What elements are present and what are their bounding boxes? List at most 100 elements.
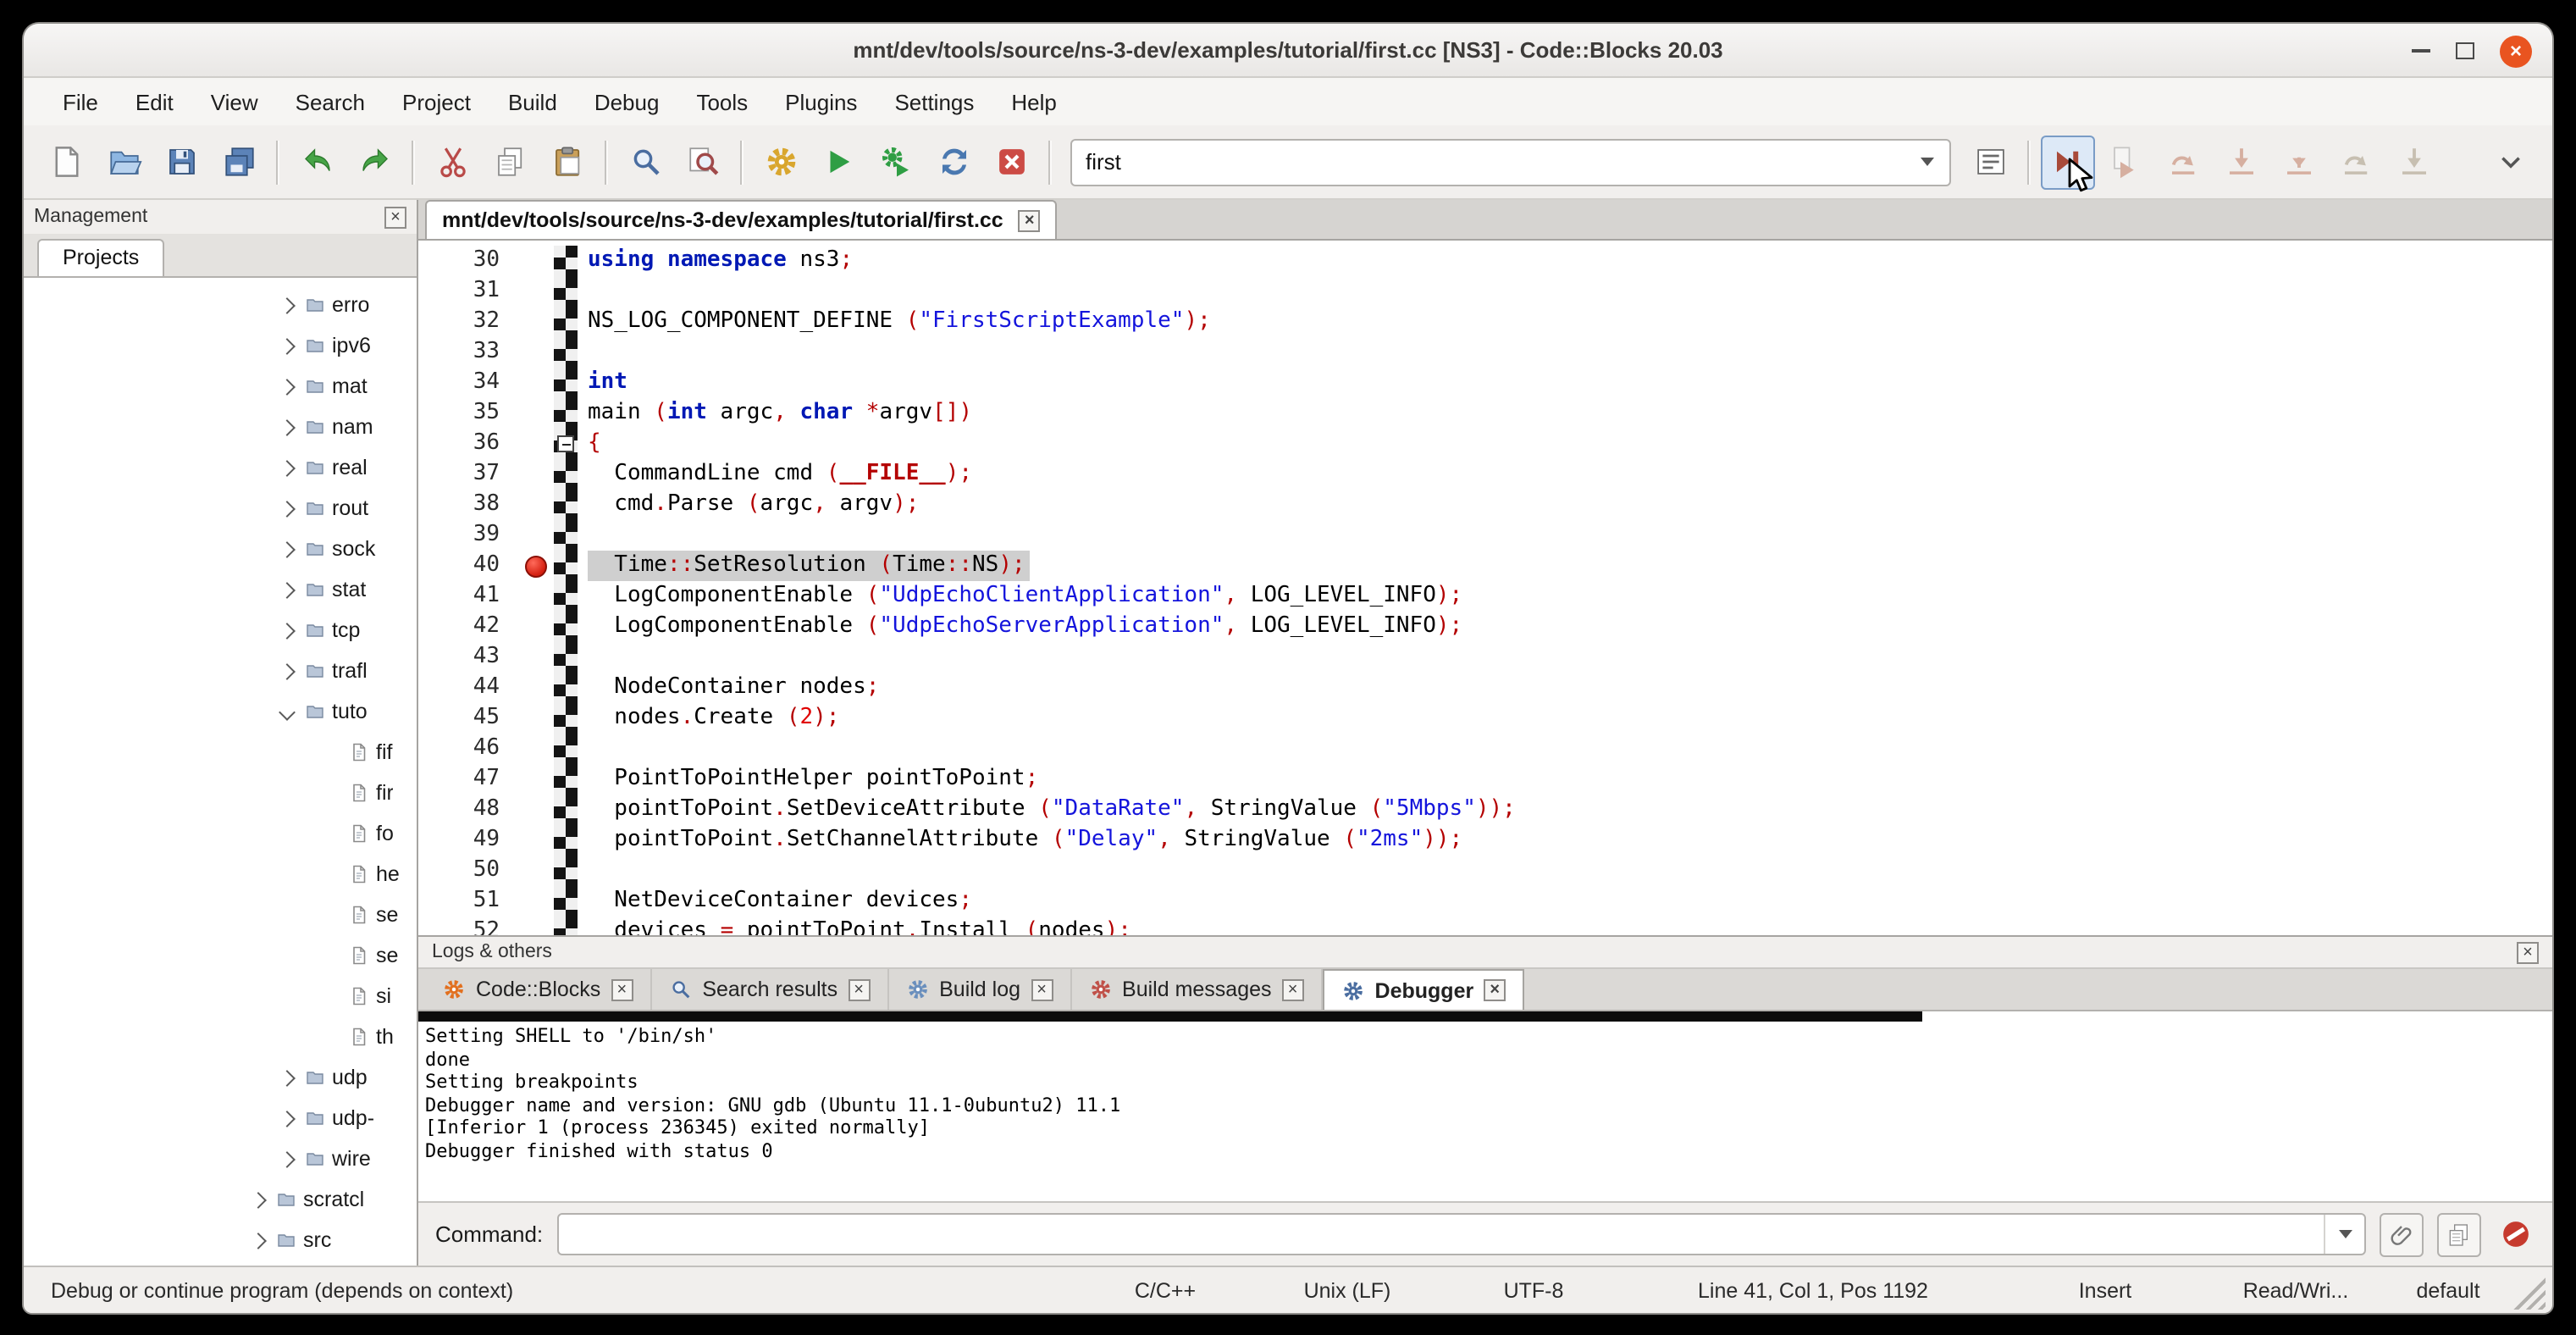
stop-debugger-button[interactable] <box>2495 1214 2535 1255</box>
step-out-button[interactable] <box>2271 135 2325 189</box>
open-file-button[interactable] <box>97 135 151 189</box>
save-all-button[interactable] <box>212 135 266 189</box>
line-number[interactable]: 43 <box>418 642 517 673</box>
command-input[interactable] <box>558 1215 2324 1254</box>
code-text[interactable] <box>578 337 588 368</box>
chevron-down-icon[interactable] <box>279 703 296 720</box>
menu-plugins[interactable]: Plugins <box>766 82 876 121</box>
redo-button[interactable] <box>347 135 401 189</box>
code-text[interactable]: { <box>578 429 601 459</box>
line-number[interactable]: 48 <box>418 795 517 825</box>
tree-item-mat[interactable]: mat <box>24 366 417 407</box>
breakpoint-margin[interactable] <box>517 459 554 490</box>
line-number[interactable]: 31 <box>418 276 517 307</box>
breakpoint-margin[interactable] <box>517 581 554 612</box>
code-text[interactable]: Time::SetResolution (Time::NS); <box>578 551 1031 581</box>
code-line-44[interactable]: 44 NodeContainer nodes; <box>418 673 2552 703</box>
chevron-right-icon[interactable] <box>279 1110 296 1127</box>
breakpoint-margin[interactable] <box>517 307 554 337</box>
tree-item-real[interactable]: real <box>24 447 417 488</box>
chevron-right-icon[interactable] <box>279 581 296 598</box>
abort-button[interactable] <box>984 135 1038 189</box>
close-icon[interactable]: × <box>611 978 633 1000</box>
menu-debug[interactable]: Debug <box>576 82 678 121</box>
log-tab-build-log[interactable]: Build log× <box>888 969 1071 1010</box>
code-line-49[interactable]: 49 pointToPoint.SetChannelAttribute ("De… <box>418 825 2552 856</box>
code-text[interactable]: nodes.Create (2); <box>578 703 839 734</box>
code-editor[interactable]: 30using namespace ns3;3132NS_LOG_COMPONE… <box>418 241 2552 935</box>
code-line-34[interactable]: 34int <box>418 368 2552 398</box>
chevron-right-icon[interactable] <box>279 459 296 476</box>
line-number[interactable]: 30 <box>418 246 517 276</box>
log-tab-debugger[interactable]: Debugger× <box>1323 969 1525 1010</box>
menu-view[interactable]: View <box>192 82 277 121</box>
breakpoint-margin[interactable] <box>517 825 554 856</box>
close-icon[interactable]: × <box>1031 978 1053 1000</box>
toolbar-overflow-button[interactable] <box>2483 135 2537 189</box>
next-instruction-button[interactable] <box>2329 135 2383 189</box>
log-tab-build-messages[interactable]: Build messages× <box>1071 969 1323 1010</box>
code-line-46[interactable]: 46 <box>418 734 2552 764</box>
find-in-files-button[interactable] <box>676 135 730 189</box>
code-line-48[interactable]: 48 pointToPoint.SetDeviceAttribute ("Dat… <box>418 795 2552 825</box>
breakpoint-margin[interactable] <box>517 673 554 703</box>
line-number[interactable]: 44 <box>418 673 517 703</box>
breakpoint-margin[interactable] <box>517 276 554 307</box>
attach-button[interactable] <box>2380 1212 2424 1256</box>
code-text[interactable]: pointToPoint.SetChannelAttribute ("Delay… <box>578 825 1462 856</box>
step-into-instruction-button[interactable] <box>2386 135 2441 189</box>
breakpoint-margin[interactable] <box>517 856 554 886</box>
code-line-43[interactable]: 43 <box>418 642 2552 673</box>
build-target-combo[interactable] <box>1070 138 1951 186</box>
run-to-cursor-button[interactable] <box>2098 135 2153 189</box>
tree-item-erro[interactable]: erro <box>24 285 417 325</box>
tree-item-fif[interactable]: fif <box>24 732 417 773</box>
breakpoint-icon[interactable] <box>524 555 546 577</box>
editor-tab[interactable]: mnt/dev/tools/source/ns-3-dev/examples/t… <box>425 200 1058 239</box>
step-into-button[interactable] <box>2214 135 2268 189</box>
cut-button[interactable] <box>425 135 479 189</box>
line-number[interactable]: 34 <box>418 368 517 398</box>
find-button[interactable] <box>618 135 672 189</box>
code-text[interactable]: main (int argc, char *argv[]) <box>578 398 972 429</box>
tree-item-se[interactable]: se <box>24 895 417 935</box>
chevron-right-icon[interactable] <box>279 378 296 395</box>
line-number[interactable]: 39 <box>418 520 517 551</box>
new-file-button[interactable] <box>39 135 93 189</box>
breakpoint-margin[interactable] <box>517 398 554 429</box>
next-line-button[interactable] <box>2156 135 2210 189</box>
code-text[interactable]: pointToPoint.SetDeviceAttribute ("DataRa… <box>578 795 1516 825</box>
tree-item-udp[interactable]: udp <box>24 1057 417 1098</box>
chevron-right-icon[interactable] <box>279 622 296 639</box>
breakpoint-margin[interactable] <box>517 795 554 825</box>
code-line-32[interactable]: 32NS_LOG_COMPONENT_DEFINE ("FirstScriptE… <box>418 307 2552 337</box>
build-and-run-button[interactable] <box>869 135 923 189</box>
code-text[interactable] <box>578 734 588 764</box>
line-number[interactable]: 50 <box>418 856 517 886</box>
code-text[interactable] <box>578 520 588 551</box>
line-number[interactable]: 49 <box>418 825 517 856</box>
line-number[interactable]: 42 <box>418 612 517 642</box>
code-text[interactable]: PointToPointHelper pointToPoint; <box>578 764 1038 795</box>
code-text[interactable]: LogComponentEnable ("UdpEchoServerApplic… <box>578 612 1462 642</box>
breakpoint-margin[interactable] <box>517 490 554 520</box>
code-line-36[interactable]: 36{ <box>418 429 2552 459</box>
chevron-right-icon[interactable] <box>250 1232 267 1249</box>
code-text[interactable]: devices = pointToPoint.Install (nodes); <box>578 917 1131 935</box>
log-tab-code-blocks[interactable]: Code::Blocks× <box>425 969 651 1010</box>
menu-build[interactable]: Build <box>489 82 576 121</box>
breakpoint-margin[interactable] <box>517 734 554 764</box>
command-dropdown-button[interactable] <box>2324 1215 2364 1254</box>
close-icon[interactable]: × <box>2517 941 2539 963</box>
line-number[interactable]: 52 <box>418 917 517 935</box>
build-button[interactable] <box>754 135 808 189</box>
code-line-39[interactable]: 39 <box>418 520 2552 551</box>
chevron-right-icon[interactable] <box>279 662 296 679</box>
menu-tools[interactable]: Tools <box>677 82 766 121</box>
tree-item-tcp[interactable]: tcp <box>24 610 417 651</box>
line-number[interactable]: 47 <box>418 764 517 795</box>
code-line-35[interactable]: 35main (int argc, char *argv[]) <box>418 398 2552 429</box>
tree-item-udp[interactable]: udp- <box>24 1098 417 1138</box>
maximize-button[interactable] <box>2456 42 2474 59</box>
code-text[interactable] <box>578 642 588 673</box>
